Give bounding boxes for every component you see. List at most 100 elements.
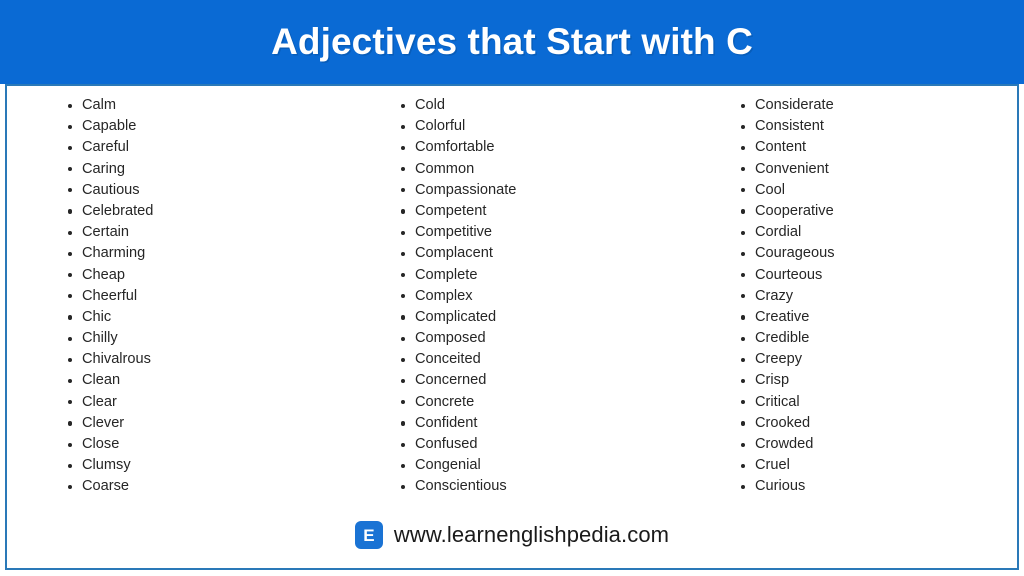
bullet-icon xyxy=(401,357,406,362)
list-item-label: Common xyxy=(415,160,475,177)
list-item-label: Clean xyxy=(82,372,121,389)
list-item: Comfortable xyxy=(401,137,516,158)
bullet-icon xyxy=(741,145,746,151)
list-item: Caring xyxy=(68,159,153,180)
list-item: Chilly xyxy=(68,328,153,349)
list-item: Complacent xyxy=(401,243,516,264)
bullet-icon xyxy=(68,378,73,384)
bullet-icon xyxy=(68,230,73,235)
bullet-icon xyxy=(741,209,746,214)
bullet-icon xyxy=(401,484,406,490)
list-item-label: Crisp xyxy=(755,372,790,389)
list-item: Competitive xyxy=(401,222,516,243)
list-item-label: Congenial xyxy=(415,457,481,474)
bullet-icon xyxy=(68,209,73,214)
list-item: Crisp xyxy=(741,370,835,391)
bullet-icon xyxy=(401,463,406,468)
bullet-icon xyxy=(68,484,73,490)
list-item: Cheerful xyxy=(68,286,153,307)
bullet-icon xyxy=(68,463,73,468)
bullet-icon xyxy=(741,463,746,468)
list-item-label: Competent xyxy=(415,202,487,219)
list-item: Conceited xyxy=(401,349,516,370)
word-column-1: Calm Capable Careful Caring Cautious Celebrat… xyxy=(68,95,153,498)
list-item: Capable xyxy=(68,116,153,137)
bullet-icon xyxy=(68,167,73,172)
list-item-label: Curious xyxy=(755,478,806,495)
list-item-label: Competitive xyxy=(415,224,493,241)
bullet-icon xyxy=(401,442,406,447)
list-item-label: Conceited xyxy=(415,351,481,368)
list-item: Complete xyxy=(401,265,516,286)
list-item: Conscientious xyxy=(401,476,516,497)
list-item: Clever xyxy=(68,413,153,434)
list-item-label: Cold xyxy=(415,97,446,113)
list-item-label: Convenient xyxy=(755,160,829,177)
bullet-icon xyxy=(401,421,406,426)
list-item: Careful xyxy=(68,137,153,158)
list-item: Clumsy xyxy=(68,455,153,476)
list-item-label: Crowded xyxy=(755,436,814,452)
list-item: Convenient xyxy=(741,159,835,180)
list-item-label: Critical xyxy=(755,393,800,410)
list-item-label: Chilly xyxy=(82,330,118,347)
list-item-label: Clever xyxy=(82,414,125,431)
list-item-label: Cautious xyxy=(82,181,140,198)
list-item-label: Content xyxy=(755,139,807,156)
list-item: Common xyxy=(401,159,516,180)
list-item-label: Cooperative xyxy=(755,202,834,219)
list-item-label: Certain xyxy=(82,224,130,241)
bullet-icon xyxy=(68,442,73,447)
list-item-label: Colorful xyxy=(415,118,466,135)
bullet-icon xyxy=(401,294,406,299)
list-item: Creative xyxy=(741,307,835,328)
word-column-3: Considerate Consistent Content Convenient Co… xyxy=(741,95,835,498)
list-item: Crazy xyxy=(741,286,835,307)
list-item-label: Creepy xyxy=(755,351,803,368)
list-item-label: Comfortable xyxy=(415,139,495,156)
bullet-icon xyxy=(741,421,746,426)
list-item: Congenial xyxy=(401,455,516,476)
list-item-label: Caring xyxy=(82,160,125,177)
bullet-icon xyxy=(741,230,746,235)
list-item: Charming xyxy=(68,243,153,264)
list-item-label: Cordial xyxy=(755,224,802,241)
list-item: Clear xyxy=(68,392,153,413)
footer-branding: E www.learnenglishpedia.com xyxy=(0,514,1024,556)
list-item-label: Crazy xyxy=(755,287,794,304)
list-item-label: Celebrated xyxy=(82,202,154,219)
bullet-icon xyxy=(401,230,406,235)
list-item-label: Confident xyxy=(415,414,478,431)
list-item-label: Cheap xyxy=(82,266,126,283)
list-item: Calm xyxy=(68,95,153,116)
word-list-1: Calm Capable Careful Caring Cautious Celebrat… xyxy=(68,95,153,498)
list-item-label: Creative xyxy=(755,308,810,325)
list-item: Confident xyxy=(401,413,516,434)
list-item-label: Complete xyxy=(415,266,478,283)
bullet-icon xyxy=(741,378,746,384)
list-item: Clean xyxy=(68,370,153,391)
list-item-label: Clear xyxy=(82,393,117,410)
list-item: Concerned xyxy=(401,370,516,391)
list-item: Cold xyxy=(401,95,516,116)
list-item-label: Consistent xyxy=(755,118,824,135)
bullet-icon xyxy=(741,251,746,256)
list-item: Chivalrous xyxy=(68,349,153,370)
bullet-icon xyxy=(741,357,746,362)
header-band: Adjectives that Start with C xyxy=(0,0,1024,84)
list-item-label: Concrete xyxy=(415,393,475,410)
list-item: Confused xyxy=(401,434,516,455)
bullet-icon xyxy=(741,484,746,490)
bullet-icon xyxy=(68,357,73,362)
word-column-2: Cold Colorful Comfortable Common Compassiona… xyxy=(401,95,516,498)
page-title: Adjectives that Start with C xyxy=(271,21,753,62)
bullet-icon xyxy=(741,167,746,172)
bullet-icon xyxy=(401,167,406,172)
poster-root: Adjectives that Start with C Calm Capable… xyxy=(0,0,1024,576)
bullet-icon xyxy=(68,294,73,299)
list-item: Considerate xyxy=(741,95,835,116)
list-item-label: Cool xyxy=(755,181,786,198)
list-item: Cool xyxy=(741,180,835,201)
list-item: Celebrated xyxy=(68,201,153,222)
list-item-label: Courageous xyxy=(755,245,835,262)
